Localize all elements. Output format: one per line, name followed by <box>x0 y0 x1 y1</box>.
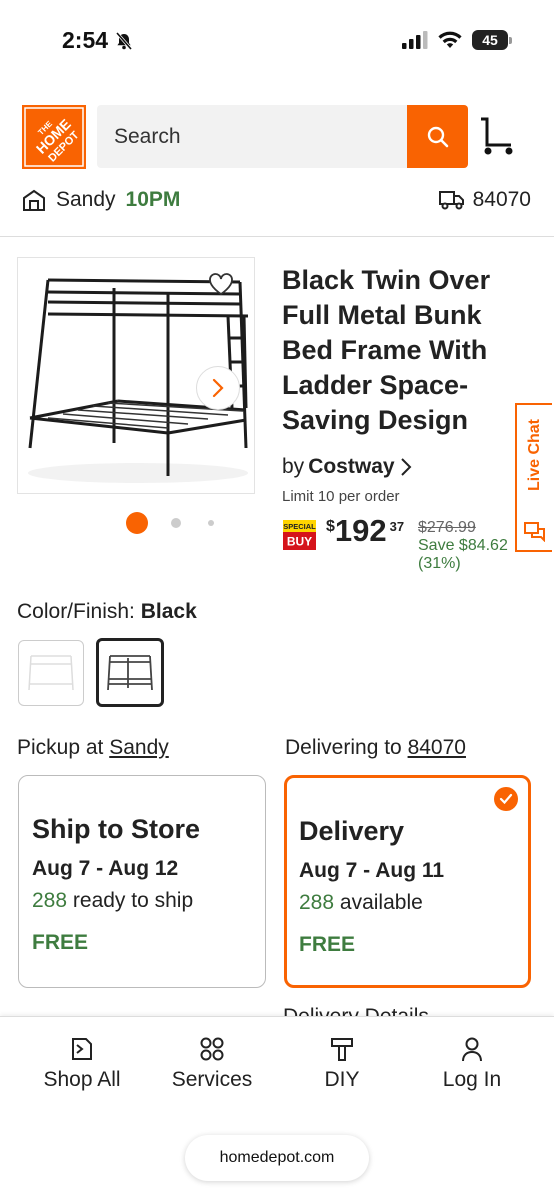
brand-name: Costway <box>308 455 395 478</box>
special-buy-badge: SPECIAL BUY <box>283 520 316 550</box>
battery-level: 45 <box>482 32 498 48</box>
nav-services[interactable]: Services <box>147 1036 277 1092</box>
search-icon <box>427 126 448 147</box>
order-limit: Limit 10 per order <box>282 488 400 505</box>
ship-avail-text: ready to ship <box>72 889 194 912</box>
ship-to-store-price: FREE <box>32 931 89 954</box>
nav-shop-all-label: Shop All <box>43 1068 121 1091</box>
delivery-dates: Aug 7 - Aug 11 <box>299 859 445 882</box>
product-title: Black Twin Over Full Metal Bunk Bed Fram… <box>282 265 491 435</box>
url-text: homedepot.com <box>219 1149 335 1166</box>
image-carousel-dots <box>126 512 214 534</box>
delivery-availability: 288 available <box>299 891 515 915</box>
carousel-dot[interactable] <box>208 520 214 526</box>
next-image-button[interactable] <box>196 366 240 410</box>
nav-diy-label: DIY <box>324 1068 360 1091</box>
bell-muted-icon <box>115 31 133 50</box>
carousel-dot[interactable] <box>171 518 181 528</box>
chevron-right-icon <box>212 378 224 398</box>
special-buy-icon: SPECIAL BUY <box>283 520 316 550</box>
cart-button[interactable] <box>478 115 516 162</box>
nav-services-label: Services <box>171 1068 253 1091</box>
save-amount: Save $84.62 <box>418 537 508 554</box>
savings: Save $84.62 (31%) <box>418 537 508 573</box>
swatch-black[interactable] <box>96 638 164 707</box>
signal-icon <box>402 31 428 49</box>
ship-to-store-title: Ship to Store <box>32 814 200 844</box>
pickup-store-link[interactable]: Sandy <box>109 736 169 759</box>
zip-code: 84070 <box>472 188 531 211</box>
delivering-label: Delivering to 84070 <box>285 736 466 760</box>
color-finish-label: Color/Finish: Black <box>17 600 197 624</box>
favorite-button[interactable] <box>208 272 234 301</box>
special-badge-top: SPECIAL <box>283 522 316 531</box>
price-cents: 37 <box>389 519 405 534</box>
delivery-title: Delivery <box>299 816 405 846</box>
ship-to-store-availability: 288 ready to ship <box>32 889 252 913</box>
delivery-zip-link[interactable]: 84070 <box>408 736 466 759</box>
ship-count: 288 <box>32 889 68 912</box>
brand-link[interactable]: by Costway <box>282 455 413 479</box>
nav-diy[interactable]: DIY <box>277 1036 407 1092</box>
cart-icon <box>481 117 513 155</box>
price-currency: $ <box>326 518 335 535</box>
ship-to-store-option[interactable]: Ship to Store Aug 7 - Aug 12 288 ready t… <box>18 775 266 988</box>
search-input[interactable]: Search <box>97 105 407 168</box>
live-chat-button[interactable]: Live Chat <box>515 403 552 552</box>
store-hours: 10PM <box>125 188 181 211</box>
truck-icon <box>438 191 464 210</box>
was-price: $276.99 <box>418 519 476 536</box>
nav-log-in-label: Log In <box>442 1068 502 1091</box>
home-depot-logo[interactable]: THE HOME DEPOT <box>22 105 86 169</box>
services-icon <box>200 1037 224 1061</box>
delivery-price: FREE <box>299 933 356 956</box>
special-badge-bottom: BUY <box>287 535 312 549</box>
shop-all-icon <box>72 1038 92 1060</box>
nav-shop-all[interactable]: Shop All <box>17 1036 147 1092</box>
delivery-avail-text: available <box>339 891 423 914</box>
store-icon <box>23 189 45 211</box>
delivery-option[interactable]: Delivery Aug 7 - Aug 11 288 available FR… <box>284 775 531 988</box>
color-finish-selected: Black <box>140 600 197 623</box>
status-indicators: 45 <box>402 30 512 50</box>
user-icon <box>462 1037 482 1062</box>
price-dollars: 192 <box>334 513 387 548</box>
checkmark-icon <box>499 793 513 805</box>
battery-indicator: 45 <box>472 30 512 50</box>
delivery-zip[interactable]: 84070 <box>438 188 531 212</box>
live-chat-label: Live Chat <box>525 419 543 492</box>
pickup-label: Pickup at Sandy <box>17 736 169 760</box>
brand-by: by <box>282 455 305 478</box>
header-divider <box>0 236 554 237</box>
search-button[interactable] <box>407 105 468 168</box>
color-finish-prefix: Color/Finish: <box>17 600 135 623</box>
status-time: 2:54 <box>62 27 134 54</box>
delivery-prefix: Delivering to <box>285 736 402 759</box>
store-name: Sandy <box>56 188 116 211</box>
browser-url-bar[interactable]: homedepot.com <box>185 1135 369 1181</box>
price: $ 192 37 <box>326 514 404 548</box>
chevron-right-icon <box>400 458 411 476</box>
heart-icon <box>209 273 233 296</box>
wifi-icon <box>438 31 462 48</box>
black-bed-thumbnail <box>107 654 153 690</box>
swatch-white[interactable] <box>18 640 84 706</box>
delivery-count: 288 <box>299 891 335 914</box>
ship-to-store-dates: Aug 7 - Aug 12 <box>32 857 179 880</box>
logo-mark: THE HOME DEPOT <box>22 105 86 169</box>
pickup-prefix: Pickup at <box>17 736 104 759</box>
selected-check-icon <box>494 787 518 811</box>
time-text: 2:54 <box>62 27 109 53</box>
my-store[interactable]: Sandy 10PM <box>22 188 180 212</box>
search-placeholder: Search <box>114 124 181 148</box>
save-percent: (31%) <box>418 555 461 572</box>
nav-log-in[interactable]: Log In <box>407 1036 537 1092</box>
hammer-icon <box>331 1038 353 1061</box>
chat-icon <box>523 522 545 542</box>
carousel-dot-active[interactable] <box>126 512 148 534</box>
white-bed-thumbnail <box>28 655 74 691</box>
